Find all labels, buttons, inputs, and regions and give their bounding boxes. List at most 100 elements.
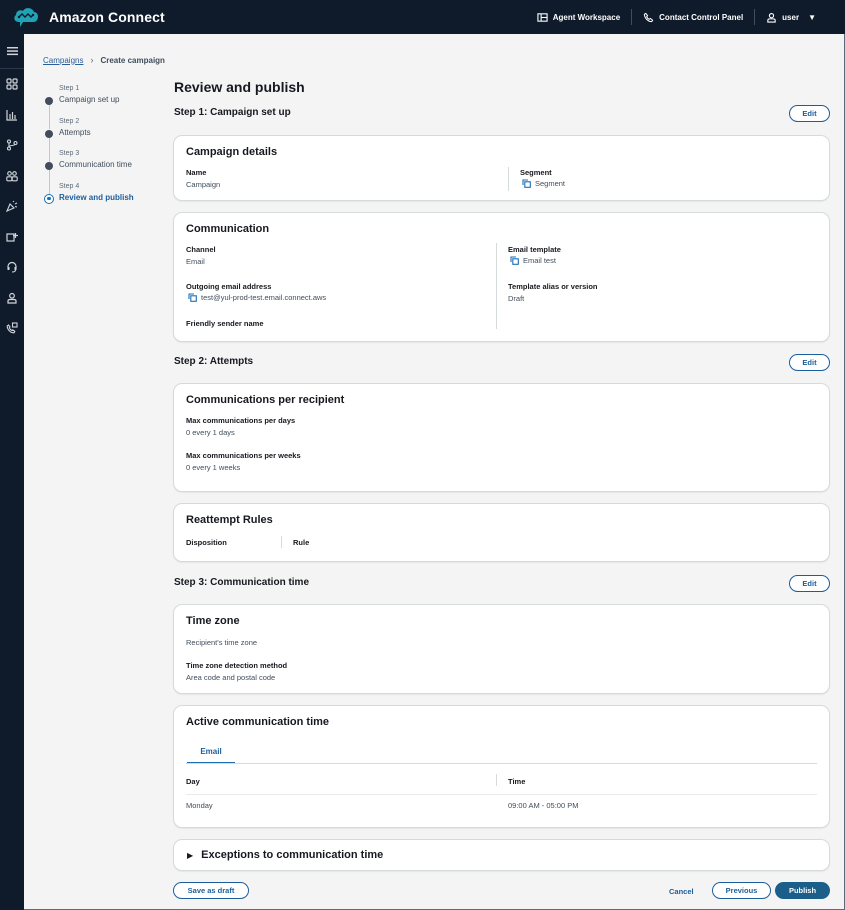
nav-user[interactable] xyxy=(0,283,24,314)
analytics-icon xyxy=(6,109,17,121)
template-alias-value: Draft xyxy=(508,294,525,303)
table-cell-time: 09:00 AM - 05:00 PM xyxy=(508,801,579,810)
detection-method-value: Area code and postal code xyxy=(186,673,276,682)
detection-method-label: Time zone detection method xyxy=(186,661,288,670)
card-title: Reattempt Rules xyxy=(186,514,273,526)
step2-heading: Step 2: Attempts xyxy=(174,356,254,367)
outgoing-email-link[interactable]: test@yul-prod-test.email.connect.aws xyxy=(188,293,326,302)
publish-button[interactable]: Publish xyxy=(775,882,830,899)
step-complete-icon xyxy=(45,129,53,138)
wizard-step-4[interactable]: Step 4 Review and publish xyxy=(43,181,163,214)
breadcrumb-campaigns[interactable]: Campaigns xyxy=(43,56,83,65)
tab-email[interactable]: Email xyxy=(187,740,235,764)
channel-value: Email xyxy=(186,257,205,266)
dashboard-icon xyxy=(6,78,18,90)
nav-users[interactable] xyxy=(0,161,24,192)
agent-workspace-link[interactable]: Agent Workspace xyxy=(526,12,631,23)
page-title: Review and publish xyxy=(174,79,305,95)
phone-icon xyxy=(644,12,654,22)
step-label: Campaign set up xyxy=(59,95,120,104)
step-current-icon xyxy=(44,193,54,204)
step-number: Step 2 xyxy=(59,117,80,125)
max-per-weeks-label: Max communications per weeks xyxy=(186,451,301,460)
card-title: Active communication time xyxy=(186,716,330,728)
user-name: user xyxy=(782,12,800,22)
amazon-connect-logo-icon[interactable] xyxy=(12,5,40,29)
phone-settings-icon xyxy=(6,322,18,334)
segment-label: Segment xyxy=(520,168,552,177)
copy-icon xyxy=(522,179,531,188)
card-title: Communications per recipient xyxy=(186,394,345,406)
copy-icon xyxy=(510,256,519,265)
caret-right-icon: ▶ xyxy=(187,850,194,860)
reattempt-rules-card: Reattempt Rules Disposition Rule xyxy=(173,503,830,562)
nav-campaigns[interactable] xyxy=(0,191,24,222)
email-template-label: Email template xyxy=(508,245,561,254)
headset-icon xyxy=(7,262,17,273)
time-zone-value: Recipient's time zone xyxy=(186,638,258,647)
step-number: Step 4 xyxy=(59,182,80,190)
segment-link[interactable]: Segment xyxy=(522,179,565,188)
step-number: Step 1 xyxy=(59,85,80,92)
time-zone-card: Time zone Recipient's time zone Time zon… xyxy=(173,604,830,694)
column-header-day: Day xyxy=(186,777,200,786)
card-title: Time zone xyxy=(186,615,240,627)
wizard-step-2[interactable]: Step 2 Attempts xyxy=(43,116,163,162)
column-divider xyxy=(281,536,282,548)
step-number: Step 3 xyxy=(59,150,80,157)
email-template-link[interactable]: Email test xyxy=(510,256,556,265)
edit-step2-button[interactable]: Edit xyxy=(789,354,830,371)
routing-icon xyxy=(6,139,18,151)
channel-label: Channel xyxy=(186,245,216,254)
cancel-button[interactable]: Cancel xyxy=(669,887,694,896)
communication-card: Communication Channel Email Outgoing ema… xyxy=(173,212,830,342)
wizard-step-3[interactable]: Step 3 Communication time xyxy=(43,148,163,194)
active-communication-time-card: Active communication time Email Day Time… xyxy=(173,705,830,828)
copy-icon xyxy=(188,293,197,302)
user-icon xyxy=(767,12,776,23)
nav-phone-settings[interactable] xyxy=(0,313,24,344)
max-per-days-value: 0 every 1 days xyxy=(186,428,235,437)
column-divider xyxy=(496,774,497,786)
breadcrumb-current: Create campaign xyxy=(100,55,165,65)
column-divider xyxy=(508,167,509,191)
outgoing-email-label: Outgoing email address xyxy=(186,282,272,291)
save-as-draft-button[interactable]: Save as draft xyxy=(173,882,249,899)
name-value: Campaign xyxy=(186,180,221,189)
wizard-steps: Step 1 Campaign set up Step 2 Attempts S… xyxy=(43,83,163,213)
top-navigation-bar: Amazon Connect Agent Workspace Contact C… xyxy=(0,0,845,34)
contact-control-panel-label: Contact Control Panel xyxy=(659,12,744,22)
wizard-step-1[interactable]: Step 1 Campaign set up xyxy=(43,83,163,129)
nav-routing[interactable] xyxy=(0,130,24,161)
agent-workspace-label: Agent Workspace xyxy=(552,12,621,22)
max-per-days-label: Max communications per days xyxy=(186,416,296,425)
outgoing-email-value: test@yul-prod-test.email.connect.aws xyxy=(201,293,327,302)
nav-channels[interactable] xyxy=(0,222,24,253)
name-label: Name xyxy=(186,168,207,177)
email-template-value: Email test xyxy=(523,256,556,265)
table-header-divider xyxy=(186,794,817,795)
max-per-weeks-value: 0 every 1 weeks xyxy=(186,463,241,472)
step1-heading: Step 1: Campaign set up xyxy=(174,107,291,118)
users-icon xyxy=(6,170,18,182)
segment-value: Segment xyxy=(535,179,566,188)
step3-heading: Step 3: Communication time xyxy=(174,577,310,588)
contact-control-panel-link[interactable]: Contact Control Panel xyxy=(632,12,754,23)
nav-dashboard[interactable] xyxy=(0,69,24,100)
edit-step1-button[interactable]: Edit xyxy=(789,105,830,122)
column-header-disposition: Disposition xyxy=(186,538,227,547)
nav-headset[interactable] xyxy=(0,252,24,283)
nav-analytics[interactable] xyxy=(0,100,24,131)
chevron-right-icon: › xyxy=(90,55,94,65)
exceptions-expander[interactable]: ▶ Exceptions to communication time xyxy=(173,839,830,871)
agent-workspace-icon xyxy=(537,12,548,22)
menu-icon[interactable] xyxy=(6,46,18,56)
tab-divider xyxy=(186,763,817,764)
campaigns-icon xyxy=(6,200,18,213)
table-cell-day: Monday xyxy=(186,801,213,810)
previous-button[interactable]: Previous xyxy=(712,882,771,899)
edit-step3-button[interactable]: Edit xyxy=(789,575,830,592)
column-divider xyxy=(496,243,497,329)
card-title: Communication xyxy=(186,223,270,235)
user-menu[interactable]: user ▼ xyxy=(755,12,827,23)
